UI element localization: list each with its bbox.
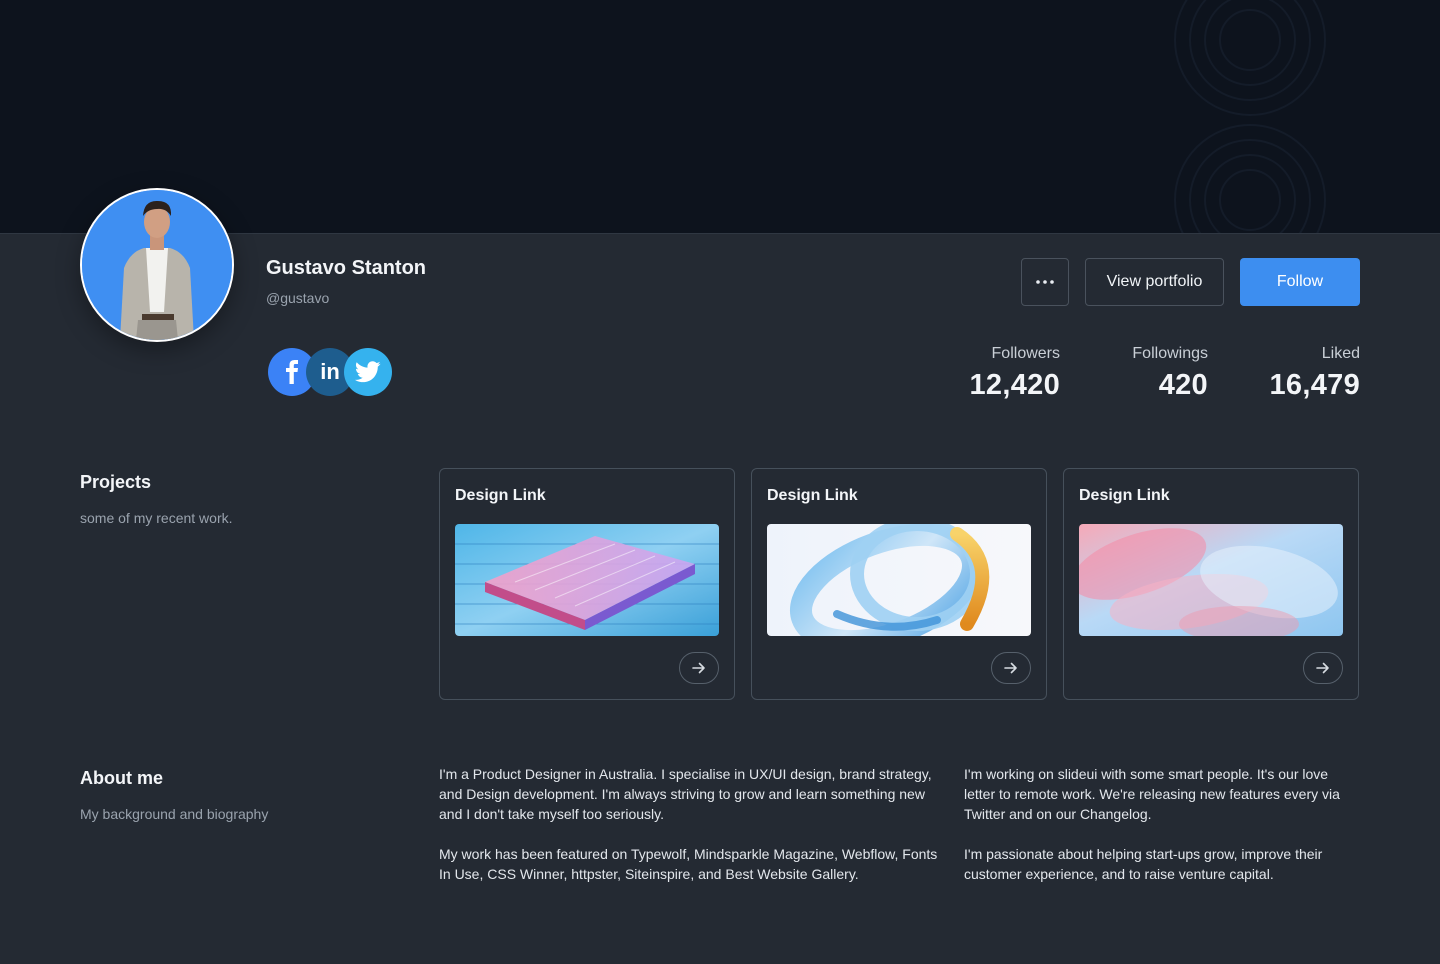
stat-liked: Liked 16,479	[1270, 344, 1361, 402]
more-horizontal-icon	[1036, 280, 1054, 284]
profile-name: Gustavo Stanton	[266, 257, 427, 279]
stat-value: 12,420	[969, 369, 1060, 401]
bio-paragraph: I'm working on slideui with some smart p…	[964, 766, 1340, 822]
arrow-right-icon	[692, 662, 705, 674]
open-project-button[interactable]	[1303, 652, 1343, 684]
open-project-button[interactable]	[679, 652, 719, 684]
cover-banner	[0, 0, 1440, 234]
bio-paragraph: I'm passionate about helping start-ups g…	[964, 846, 1323, 882]
stat-followings: Followings 420	[1132, 344, 1208, 402]
bio-paragraph: My work has been featured on Typewolf, M…	[439, 846, 938, 882]
projects-title: Projects	[80, 472, 152, 492]
project-card-title: Design Link	[455, 487, 546, 504]
project-card-title: Design Link	[1079, 487, 1170, 504]
arrow-right-icon	[1004, 662, 1017, 674]
project-card[interactable]: Design Link	[751, 468, 1047, 700]
about-subtitle: My background and biography	[80, 806, 269, 822]
stat-value: 16,479	[1269, 369, 1360, 401]
linkedin-label: in	[320, 359, 340, 384]
profile-handle: @gustavo	[266, 290, 330, 306]
project-thumbnail[interactable]	[767, 524, 1031, 636]
social-links: in	[268, 348, 398, 398]
twitter-icon[interactable]	[344, 348, 392, 396]
stat-label: Followings	[1132, 345, 1208, 362]
project-card[interactable]: Design Link	[439, 468, 735, 700]
project-thumbnail[interactable]	[1079, 524, 1343, 636]
profile-photo	[82, 190, 232, 340]
project-card[interactable]: Design Link	[1063, 468, 1359, 700]
stat-label: Followers	[991, 345, 1060, 362]
project-thumbnail[interactable]	[455, 524, 719, 636]
avatar[interactable]	[80, 188, 234, 342]
arrow-right-icon	[1316, 662, 1329, 674]
stat-followers: Followers 12,420	[970, 344, 1061, 402]
project-card-title: Design Link	[767, 487, 858, 504]
projects-subtitle: some of my recent work.	[80, 510, 233, 526]
more-options-button[interactable]	[1021, 258, 1069, 306]
cover-pattern	[1174, 0, 1326, 233]
view-portfolio-button[interactable]: View portfolio	[1085, 258, 1224, 306]
bio-paragraph: I'm a Product Designer in Australia. I s…	[439, 766, 932, 822]
open-project-button[interactable]	[991, 652, 1031, 684]
about-title: About me	[80, 768, 163, 788]
follow-button[interactable]: Follow	[1240, 258, 1360, 306]
stat-value: 420	[1158, 369, 1208, 401]
stat-label: Liked	[1321, 345, 1360, 362]
